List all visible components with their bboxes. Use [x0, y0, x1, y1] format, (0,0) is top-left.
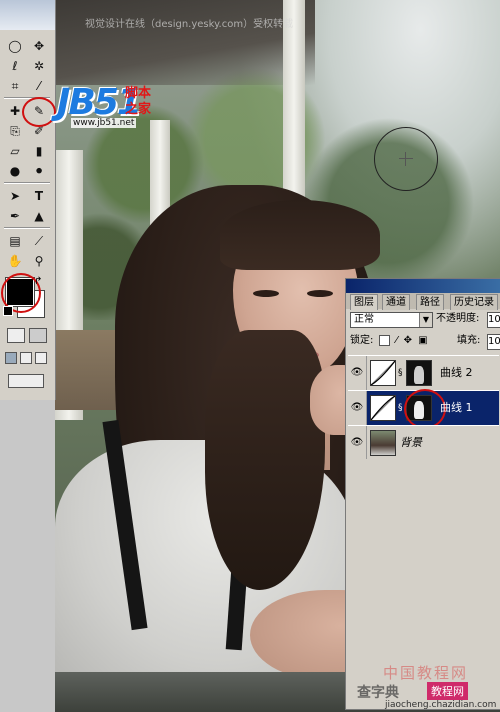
- jump-to-imageready-button[interactable]: [8, 374, 44, 388]
- curves-adjustment-icon: [370, 395, 396, 421]
- photo-bangs: [220, 200, 380, 270]
- notes-tool-icon[interactable]: ▤: [6, 233, 24, 249]
- brush-cursor: [374, 127, 438, 191]
- site-watermark: 中国教程网 查字典 教程网 jiaocheng.chazidian.com: [355, 662, 500, 712]
- watermark-line1: 中国教程网: [383, 664, 469, 682]
- quick-mask-button[interactable]: [29, 328, 47, 343]
- photo-eye: [307, 290, 333, 297]
- layers-panel-tabs: 图层 通道 路径 历史记录: [346, 293, 500, 310]
- watermark-box: 教程网: [427, 682, 468, 700]
- title-watermark: 视觉设计在线（design.yesky.com）受权转载: [85, 19, 294, 30]
- lock-move-icon[interactable]: ✥: [404, 335, 412, 346]
- layer-mask-thumbnail[interactable]: [406, 360, 432, 386]
- opacity-input[interactable]: 100: [487, 312, 500, 328]
- tab-layers[interactable]: 图层: [350, 294, 378, 310]
- lock-all-icon[interactable]: ▣: [418, 335, 427, 346]
- toolbox-divider: [4, 227, 50, 229]
- eraser-tool-icon[interactable]: ▱: [6, 143, 24, 159]
- photo-pillar: [283, 0, 305, 200]
- layer-row-background[interactable]: 👁 背景: [348, 425, 499, 461]
- toolbox: ◯ ✥ ℓ ✲ ⌗ ⁄ ✚ ✎ ⎘ ✐ ▱ ▮ ● ⚫ ➤ T ✒ ▲ ▤ ⟋ …: [0, 0, 56, 400]
- logo-url: www.jb51.net: [71, 118, 137, 128]
- fill-label: 填充:: [457, 335, 481, 346]
- layer-row-curves-2[interactable]: 👁 § 曲线 2: [348, 355, 499, 391]
- screen-mode-full-button[interactable]: [35, 352, 47, 364]
- toolbox-header: [0, 0, 55, 30]
- curves-adjustment-icon: [370, 360, 396, 386]
- default-colors-icon[interactable]: [3, 306, 13, 316]
- watermark-url: jiaocheng.chazidian.com: [385, 700, 497, 710]
- layer-name: 曲线 1: [440, 401, 473, 414]
- link-icon[interactable]: §: [398, 403, 403, 413]
- lock-paint-icon[interactable]: ⁄: [396, 335, 398, 346]
- slice-tool-icon[interactable]: ⁄: [30, 78, 48, 94]
- blend-mode-select[interactable]: 正常 ▼: [350, 312, 433, 328]
- gradient-tool-icon[interactable]: ▮: [30, 143, 48, 159]
- tab-history[interactable]: 历史记录: [450, 294, 498, 310]
- marquee-tool-icon[interactable]: ◯: [6, 38, 24, 54]
- layer-row-curves-1[interactable]: 👁 § 曲线 1: [348, 389, 499, 429]
- history-brush-tool-icon[interactable]: ✐: [30, 123, 48, 139]
- crop-tool-icon[interactable]: ⌗: [6, 78, 24, 94]
- type-tool-icon[interactable]: T: [30, 188, 48, 204]
- photo-eye: [253, 290, 279, 297]
- eye-icon[interactable]: 👁: [348, 391, 367, 425]
- layers-panel: 图层 通道 路径 历史记录 正常 ▼ 不透明度: 100 锁定: ⁄ ✥ ▣ 填…: [345, 278, 500, 710]
- standard-mode-button[interactable]: [7, 328, 25, 343]
- chevron-down-icon: ▼: [419, 313, 432, 327]
- lock-transparency-icon[interactable]: [378, 334, 390, 346]
- layer-name: 曲线 2: [440, 366, 473, 379]
- magic-wand-tool-icon[interactable]: ✲: [30, 58, 48, 74]
- background-thumbnail: [370, 430, 396, 456]
- opacity-label: 不透明度:: [436, 313, 480, 324]
- eye-icon[interactable]: 👁: [348, 356, 367, 390]
- path-select-tool-icon[interactable]: ➤: [6, 188, 24, 204]
- swap-colors-icon[interactable]: ↱: [34, 276, 42, 287]
- logo-cn-bottom: 之家: [125, 102, 152, 117]
- screen-mode-standard-button[interactable]: [5, 352, 17, 364]
- eye-icon[interactable]: 👁: [348, 426, 367, 460]
- blur-tool-icon[interactable]: ●: [6, 163, 24, 179]
- hand-tool-icon[interactable]: ✋: [6, 253, 24, 269]
- layer-name: 背景: [400, 436, 422, 449]
- stamp-tool-icon[interactable]: ⎘: [6, 123, 24, 139]
- zoom-tool-icon[interactable]: ⚲: [30, 253, 48, 269]
- layers-panel-titlebar[interactable]: [346, 279, 500, 293]
- lock-row: 锁定: ⁄ ✥ ▣: [350, 334, 428, 348]
- blend-mode-value: 正常: [354, 314, 374, 325]
- photo-roof: [55, 0, 315, 85]
- tab-channels[interactable]: 通道: [382, 294, 410, 310]
- lasso-tool-icon[interactable]: ℓ: [6, 58, 24, 74]
- move-tool-icon[interactable]: ✥: [30, 38, 48, 54]
- toolbox-divider: [4, 182, 50, 184]
- link-icon[interactable]: §: [398, 368, 403, 378]
- watermark-chazi: 查字典: [357, 685, 399, 701]
- eyedropper-tool-icon[interactable]: ⟋: [30, 233, 48, 249]
- screen-mode-full-menu-button[interactable]: [20, 352, 32, 364]
- pen-tool-icon[interactable]: ✒: [6, 208, 24, 224]
- dodge-tool-icon[interactable]: ⚫: [30, 163, 48, 179]
- fill-input[interactable]: 100: [487, 334, 500, 350]
- shape-tool-icon[interactable]: ▲: [30, 208, 48, 224]
- lock-label: 锁定:: [350, 335, 374, 346]
- tab-paths[interactable]: 路径: [416, 294, 444, 310]
- site-logo: JB51 脚本 之家 www.jb51.net: [57, 82, 157, 132]
